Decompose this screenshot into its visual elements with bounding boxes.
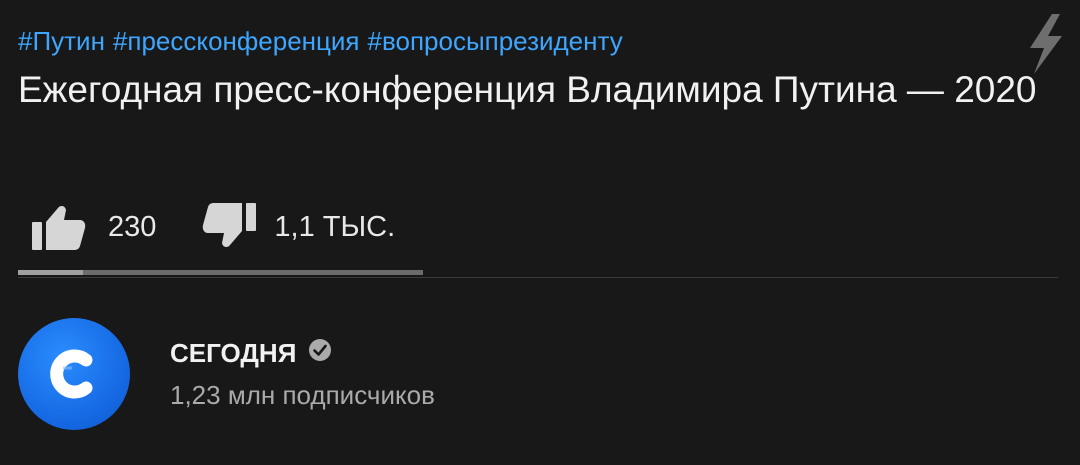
like-count: 230 <box>108 210 157 243</box>
channel-name-row[interactable]: СЕГОДНЯ <box>170 338 332 369</box>
channel-name[interactable]: СЕГОДНЯ <box>170 338 296 369</box>
hashtag-link[interactable]: #вопросыпрезиденту <box>368 26 623 56</box>
rating-bar: 230 1,1 ТЫС. <box>30 196 395 258</box>
channel-avatar[interactable] <box>18 318 130 430</box>
video-title: Ежегодная пресс-конференция Владимира Пу… <box>18 69 1037 110</box>
hashtag-link[interactable]: #Путин <box>18 26 105 56</box>
flash-icon[interactable] <box>1022 12 1068 76</box>
subscriber-count: 1,23 млн подписчиков <box>170 380 435 410</box>
hashtag-list: #Путин #прессконференция #вопросыпрезидент… <box>18 26 631 57</box>
divider <box>18 277 1058 278</box>
hashtag-link[interactable]: #прессконференция <box>113 26 360 56</box>
thumbs-down-icon <box>202 201 258 253</box>
sentiment-bar-likes <box>18 270 83 275</box>
dislike-button[interactable]: 1,1 ТЫС. <box>202 201 395 253</box>
verified-check-icon <box>308 338 332 369</box>
thumbs-up-icon <box>30 202 86 252</box>
like-button[interactable]: 230 <box>30 202 156 252</box>
dislike-count: 1,1 ТЫС. <box>274 210 396 243</box>
sentiment-bar <box>18 270 423 275</box>
